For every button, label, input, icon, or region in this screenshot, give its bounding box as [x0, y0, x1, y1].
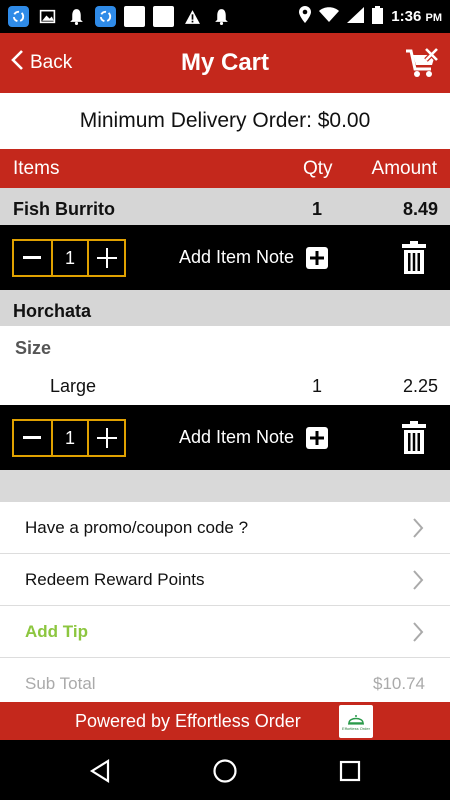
- chevron-right-icon: [412, 622, 424, 647]
- item-amount: 2.25: [402, 376, 438, 396]
- back-button[interactable]: Back: [10, 33, 72, 93]
- back-label: Back: [30, 52, 73, 73]
- add-item-note-label: Add Item Note: [179, 247, 295, 267]
- app-header: Back My Cart: [0, 33, 450, 93]
- signal-icon: [347, 6, 365, 27]
- option-row: Large 1 2.25: [0, 369, 450, 405]
- subtotal-value: $10.74: [373, 674, 425, 693]
- clock: 1:36 PM: [391, 8, 442, 25]
- trash-icon[interactable]: [402, 421, 426, 454]
- subtotal-label: Sub Total: [25, 674, 96, 693]
- add-item-note-label: Add Item Note: [179, 427, 295, 447]
- promo-code-row[interactable]: Have a promo/coupon code ?: [0, 502, 450, 554]
- item-qty: 1: [312, 199, 323, 219]
- chevron-right-icon: [412, 570, 424, 595]
- quantity-stepper: 1: [12, 239, 126, 277]
- blank-square-icon: [153, 6, 174, 27]
- effortless-order-logo: Effortless Order: [339, 705, 373, 738]
- battery-icon: [372, 5, 384, 28]
- add-tip-row[interactable]: Add Tip: [0, 606, 450, 658]
- plus-icon: [306, 426, 329, 449]
- location-icon: [299, 6, 312, 27]
- plus-icon: [306, 246, 329, 269]
- warning-icon: [182, 6, 203, 27]
- chevron-left-icon: [10, 49, 24, 75]
- decrement-button[interactable]: [14, 241, 51, 275]
- chevron-right-icon: [412, 518, 424, 543]
- cart-item-row: Horchata: [0, 290, 450, 326]
- promo-code-label: Have a promo/coupon code ?: [25, 517, 249, 537]
- qty-column-header: Qty: [303, 158, 333, 179]
- quantity-value: 1: [50, 241, 88, 275]
- increment-button[interactable]: [87, 421, 124, 455]
- status-bar: 1:36 PM: [0, 0, 450, 33]
- items-column-header: Items: [13, 158, 60, 179]
- option-group-label: Size: [15, 338, 52, 358]
- trash-icon[interactable]: [402, 241, 426, 274]
- logo-text: Effortless Order: [342, 726, 370, 731]
- wifi-icon: [319, 6, 340, 27]
- item-controls: 1 Add Item Note: [0, 225, 450, 290]
- cart-column-headers: Items Qty Amount: [0, 149, 450, 188]
- quantity-value: 1: [50, 421, 88, 455]
- notification-bell-icon: [66, 6, 87, 27]
- item-amount: 8.49: [402, 199, 438, 219]
- option-name: Large: [50, 376, 97, 396]
- item-name: Horchata: [13, 301, 92, 321]
- image-icon: [37, 6, 58, 27]
- decrement-button[interactable]: [14, 421, 51, 455]
- cart-item-row: Fish Burrito 1 8.49: [0, 188, 450, 225]
- system-navigation-bar: [0, 740, 450, 800]
- increment-button[interactable]: [87, 241, 124, 275]
- amount-column-header: Amount: [371, 158, 437, 179]
- add-item-note-button[interactable]: Add Item Note: [179, 225, 329, 290]
- item-qty: 1: [312, 376, 323, 396]
- home-circle-icon[interactable]: [212, 758, 238, 784]
- subtotal-row: Sub Total $10.74: [0, 658, 450, 702]
- add-tip-label: Add Tip: [25, 621, 88, 641]
- redeem-points-row[interactable]: Redeem Reward Points: [0, 554, 450, 606]
- back-triangle-icon[interactable]: [88, 758, 114, 784]
- minimum-order-text: Minimum Delivery Order: $0.00: [79, 109, 371, 132]
- item-name: Fish Burrito: [13, 199, 115, 219]
- quantity-stepper: 1: [12, 419, 126, 457]
- cart-remove-icon[interactable]: [404, 45, 440, 81]
- app-icon: [95, 6, 116, 27]
- redeem-points-label: Redeem Reward Points: [25, 569, 205, 589]
- add-item-note-button[interactable]: Add Item Note: [179, 405, 329, 470]
- recents-square-icon[interactable]: [337, 758, 363, 784]
- notification-bell-icon: [211, 6, 232, 27]
- app-icon: [8, 6, 29, 27]
- section-divider: [0, 470, 450, 502]
- powered-by-bar: Powered by Effortless Order Effortless O…: [0, 702, 450, 740]
- item-controls: 1 Add Item Note: [0, 405, 450, 470]
- blank-square-icon: [124, 6, 145, 27]
- powered-by-text: Powered by Effortless Order: [75, 711, 301, 731]
